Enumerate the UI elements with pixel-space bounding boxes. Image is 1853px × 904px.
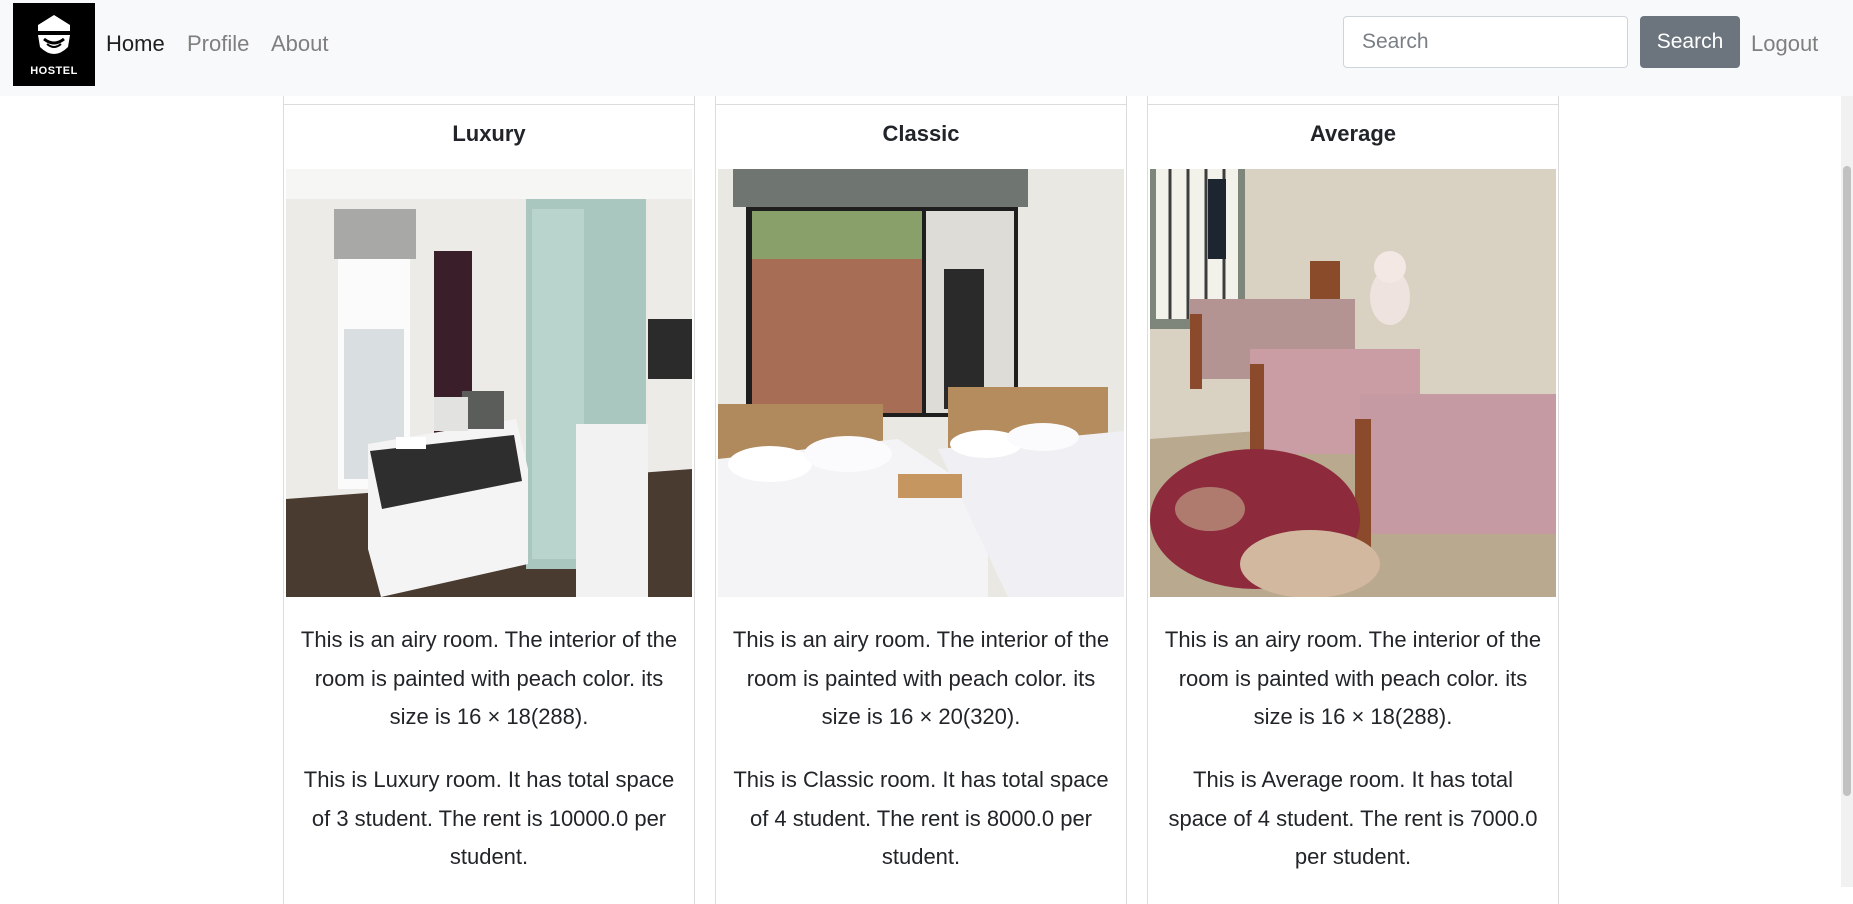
room-card-luxury: Luxury This is an airy room. The interio… [283,96,695,904]
search-input[interactable] [1343,16,1628,68]
room-card-title: Luxury [452,121,526,146]
luxury-room-image [286,169,692,597]
room-details: This is Classic room. It has total space… [733,767,1109,869]
logo-text: HOSTEL [30,65,78,77]
classic-room-photo-icon [718,169,1124,597]
nav-link-profile[interactable]: Profile [187,31,249,57]
logout-link[interactable]: Logout [1751,31,1818,57]
room-description: This is an airy room. The interior of th… [300,627,678,729]
room-details: This is Luxury room. It has total space … [303,767,675,869]
room-card-average: Average This is an airy room. The interi… [1147,96,1559,904]
room-description: This is an airy room. The interior of th… [1164,627,1542,729]
navbar: HOSTEL Home Profile About Search Logout [0,0,1853,96]
room-details: This is Average room. It has total space… [1168,767,1538,869]
luxury-room-photo-icon [286,169,692,597]
room-card-classic: Classic This is an airy room. The interi… [715,96,1127,904]
nav-link-about[interactable]: About [271,31,329,57]
classic-room-image [718,169,1124,597]
room-card-title: Average [1309,121,1396,146]
search-button[interactable]: Search [1640,16,1740,68]
room-description: This is an airy room. The interior of th… [732,627,1110,729]
nav-link-home[interactable]: Home [106,31,165,57]
hostel-logo[interactable]: HOSTEL [13,3,95,86]
average-room-photo-icon [1150,169,1556,597]
room-card-title: Classic [882,121,960,146]
hostel-logo-icon [38,15,70,54]
page-scrollbar[interactable] [1841,96,1853,887]
average-room-image [1150,169,1556,597]
scrollbar-thumb[interactable] [1843,166,1851,796]
